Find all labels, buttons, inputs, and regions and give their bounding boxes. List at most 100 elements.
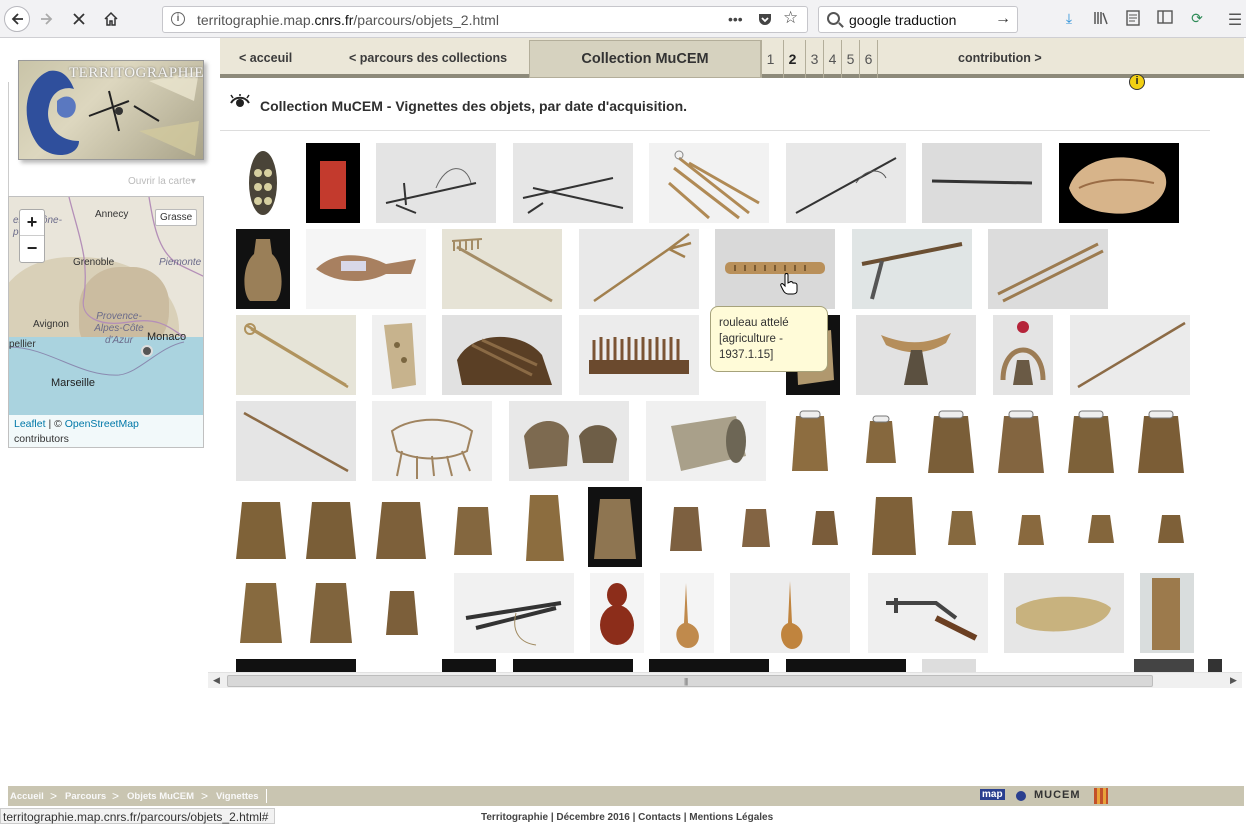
page-link-1[interactable]: 1 [761, 40, 779, 78]
stop-loading-button[interactable] [66, 6, 92, 32]
thumb-poles[interactable] [988, 229, 1108, 309]
partner-logos[interactable]: map MUCEM [980, 788, 1110, 804]
thumb-bells-pair[interactable] [509, 401, 629, 481]
url-bar[interactable]: i territographie.map.cnrs.fr/parcours/ob… [162, 6, 808, 33]
thumb-harness[interactable] [442, 315, 562, 395]
osm-link[interactable]: OpenStreetMap [65, 418, 139, 430]
thumb-staff-2[interactable] [236, 401, 356, 481]
thumb-cowbell-4[interactable] [994, 401, 1048, 481]
back-button[interactable] [4, 6, 30, 32]
footer-links[interactable]: Territographie | Décembre 2016 | Contact… [481, 812, 773, 823]
breadcrumb-parcours[interactable]: Parcours [65, 791, 106, 802]
nav-contribution-link[interactable]: contribution > [958, 51, 1042, 65]
thumb-snare-2[interactable] [513, 143, 633, 223]
map-label-montpellier: pellier [9, 339, 36, 350]
page-link-6[interactable]: 6 [859, 40, 877, 78]
thumb-plate[interactable] [372, 315, 426, 395]
thumb-net[interactable] [372, 401, 492, 481]
thumb-staff[interactable] [1070, 315, 1190, 395]
page-link-5[interactable]: 5 [841, 40, 859, 78]
reader-icon[interactable] [1124, 10, 1142, 28]
horizontal-scrollbar[interactable]: ◀ ||| ▶ [208, 672, 1242, 688]
map-logo[interactable]: map [980, 789, 1005, 800]
map-marker[interactable] [141, 345, 153, 357]
thumb-row7-partial[interactable] [236, 659, 1226, 673]
thumb-row6[interactable] [236, 573, 1226, 653]
nav-collections-link[interactable]: < parcours des collections [349, 51, 507, 65]
thumb-cowbell-5[interactable] [1064, 401, 1118, 481]
thumb-sticks[interactable] [649, 143, 769, 223]
mucem-logo[interactable]: MUCEM [1034, 789, 1081, 801]
home-button[interactable] [98, 6, 124, 32]
map-label-annecy: Annecy [95, 209, 129, 220]
url-text: territographie.map.cnrs.fr/parcours/obje… [197, 12, 499, 28]
thumb-bell-yoke[interactable] [856, 315, 976, 395]
site-logo[interactable]: TERRITOGRAPHIE [18, 60, 204, 160]
sidebar-icon[interactable] [1156, 10, 1174, 28]
menu-icon[interactable]: ☰ [1226, 10, 1244, 29]
thumb-flask[interactable] [236, 229, 290, 309]
web-page: TERRITOGRAPHIE Ouvrir la carte▾ ergne-ôn… [8, 38, 1244, 824]
top-navigation: < acceuil < parcours des collections Col… [220, 38, 1244, 90]
arrow-right-icon[interactable]: → [995, 10, 1011, 28]
hand-cursor-icon [780, 273, 798, 295]
more-actions-icon[interactable]: ••• [728, 11, 743, 27]
thumb-snare[interactable] [376, 143, 496, 223]
thumb-stick[interactable] [922, 143, 1042, 223]
thumb-cowbell-6[interactable] [1134, 401, 1188, 481]
browser-toolbar: i territographie.map.cnrs.fr/parcours/ob… [0, 0, 1246, 38]
eye-icon [230, 94, 250, 107]
zoom-in-button[interactable]: + [20, 210, 44, 236]
breadcrumb-objets[interactable]: Objets MuCEM [127, 791, 194, 802]
library-icon[interactable] [1092, 10, 1110, 28]
thumb-rake[interactable] [442, 229, 562, 309]
forward-button[interactable] [34, 6, 60, 32]
basemap-button[interactable]: Grasse [155, 209, 198, 226]
map-label-avignon: Avignon [33, 319, 69, 330]
leaflet-link[interactable]: Leaflet [14, 418, 46, 430]
info-icon[interactable]: i [1129, 74, 1145, 90]
zoom-out-button[interactable]: − [20, 236, 44, 262]
thumb-lure[interactable] [306, 229, 426, 309]
thumb-red-yoke[interactable] [993, 315, 1053, 395]
scroll-left-arrow[interactable]: ◀ [213, 675, 220, 686]
info-icon[interactable]: i [171, 12, 185, 26]
thumb-bell-silver[interactable] [646, 401, 766, 481]
scroll-right-arrow[interactable]: ▶ [1230, 675, 1237, 686]
search-input[interactable]: google traduction → [818, 6, 1018, 33]
open-map-toggle[interactable]: Ouvrir la carte▾ [128, 176, 196, 187]
map-label-marseille: Marseille [51, 377, 96, 389]
page-link-4[interactable]: 4 [823, 40, 841, 78]
nav-home-link[interactable]: < acceuil [239, 51, 292, 65]
pocket-icon[interactable] [757, 11, 773, 30]
map-label-monaco: Monaco [147, 331, 187, 343]
thumb-roller[interactable] [715, 229, 835, 309]
thumb-pick[interactable] [852, 229, 972, 309]
logo-title: TERRITOGRAPHIE [69, 65, 204, 81]
thumb-shell[interactable] [1059, 143, 1179, 223]
thumb-bag[interactable] [236, 143, 290, 223]
chevron-right-icon: > [112, 789, 120, 803]
page-link-3[interactable]: 3 [805, 40, 823, 78]
thumb-comb[interactable] [579, 315, 699, 395]
breadcrumb-accueil[interactable]: Accueil [10, 791, 44, 802]
search-icon [827, 12, 840, 25]
breadcrumb-vignettes[interactable]: Vignettes [216, 791, 259, 802]
map-widget[interactable]: ergne-ône-pes Annecy Grenoble Piemonte A… [8, 196, 204, 448]
download-icon[interactable]: ⤓ [1060, 10, 1078, 28]
scrollbar-thumb[interactable]: ||| [227, 675, 1153, 687]
thumbnail-grid [220, 138, 1242, 673]
thumb-rod[interactable] [786, 143, 906, 223]
page-link-2[interactable]: 2 [783, 40, 801, 78]
thumb-cowbell-1[interactable] [782, 401, 838, 481]
thumb-cowbell-3[interactable] [924, 401, 978, 481]
thumb-cowbell-row5[interactable] [236, 487, 1226, 567]
bookmark-star-icon[interactable]: ☆ [783, 8, 798, 28]
title-divider [220, 130, 1210, 131]
nav-divider [877, 40, 878, 78]
thumb-red-panel[interactable] [306, 143, 360, 223]
thumb-fork[interactable] [579, 229, 699, 309]
thumb-hook[interactable] [236, 315, 356, 395]
thumb-cowbell-2[interactable] [854, 401, 908, 481]
sync-icon[interactable]: ⟳ [1188, 10, 1206, 28]
